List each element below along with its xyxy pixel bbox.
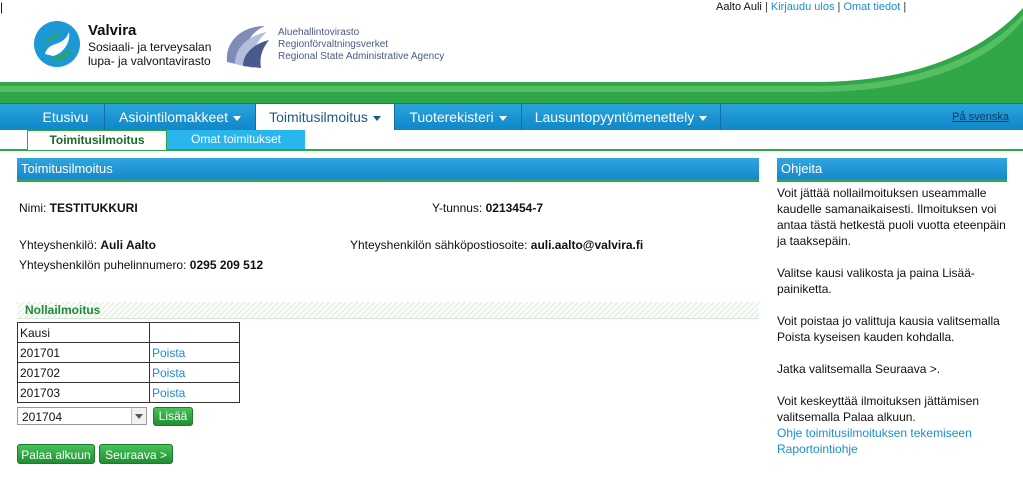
- kausi-select-value: 201704: [22, 410, 63, 424]
- main-nav: Etusivu Asiointilomakkeet Toimitusilmoit…: [0, 103, 1023, 131]
- delete-link[interactable]: Poista: [152, 346, 185, 360]
- chevron-down-icon: [498, 115, 507, 121]
- chevron-down-icon: [699, 115, 708, 121]
- valvira-line2: lupa- ja valvontavirasto: [88, 54, 211, 68]
- kausi-cell: 201702: [17, 362, 150, 383]
- nav-item-tuoterekisteri[interactable]: Tuoterekisteri: [395, 104, 522, 131]
- column-header-action: [149, 322, 240, 343]
- table-row: 201702 Poista: [17, 362, 240, 383]
- help-paragraph: Voit poistaa jo valittuja kausia valitse…: [777, 314, 1000, 344]
- name-value: TESTITUKKURI: [49, 201, 138, 215]
- tab-omat-toimitukset[interactable]: Omat toimitukset: [167, 130, 305, 149]
- name-row: Nimi: TESTITUKKURI: [19, 201, 138, 215]
- valvira-line1: Sosiaali- ja terveysalan: [88, 40, 212, 54]
- avi-logo-icon: [226, 26, 269, 68]
- back-to-start-button[interactable]: Palaa alkuun: [17, 444, 95, 464]
- avi-line3: Regional State Administrative Agency: [278, 51, 445, 62]
- email-row: Yhteyshenkilön sähköpostiosoite: auli.aa…: [350, 238, 644, 252]
- main-panel-title: Toimitusilmoitus: [17, 158, 759, 182]
- chevron-down-icon: [372, 115, 381, 121]
- help-paragraph: Valitse kausi valikosta ja paina Lisää-p…: [777, 266, 975, 296]
- nav-item-toimitusilmoitus[interactable]: Toimitusilmoitus: [256, 104, 395, 131]
- header: Valvira Sosiaali- ja terveysalan lupa- j…: [0, 0, 1023, 103]
- nav-item-asiointilomakkeet[interactable]: Asiointilomakkeet: [105, 104, 256, 131]
- help-links: Ohje toimitusilmoituksen tekemiseen Rapo…: [777, 425, 1007, 457]
- ytunnus-row: Y-tunnus: 0213454-7: [432, 201, 543, 215]
- valvira-logo-icon: [34, 21, 80, 67]
- tab-toimitusilmoitus[interactable]: Toimitusilmoitus: [27, 130, 167, 150]
- table-row: 201701 Poista: [17, 342, 240, 363]
- user-name: Aalto Auli: [716, 1, 762, 13]
- nav-item-lausuntopyynto[interactable]: Lausuntopyyntömenettely: [522, 104, 721, 131]
- help-paragraph: Voit jättää nollailmoituksen useammalle …: [777, 186, 1006, 248]
- ytunnus-value: 0213454-7: [485, 201, 543, 215]
- user-bar: Aalto Auli | Kirjaudu ulos | Omat tiedot…: [716, 1, 907, 13]
- kausi-select[interactable]: 201704: [17, 407, 147, 425]
- column-header-kausi: Kausi: [17, 322, 150, 343]
- kausi-cell: 201703: [17, 382, 150, 403]
- help-link-instructions[interactable]: Ohje toimitusilmoituksen tekemiseen: [777, 425, 1007, 441]
- kausi-table: Kausi 201701 Poista 201702 Poista 201703…: [17, 322, 240, 403]
- help-paragraph: Jatka valitsemalla Seuraava >.: [777, 362, 941, 376]
- phone-value: 0295 209 512: [189, 258, 264, 272]
- chevron-down-icon: [232, 115, 241, 121]
- avi-logo-text: Aluehallintovirasto Regionförvaltningsve…: [278, 27, 444, 63]
- sub-nav: Toimitusilmoitus Omat toimitukset: [0, 130, 1023, 151]
- email-value: auli.aalto@valvira.fi: [530, 238, 644, 252]
- table-header-row: Kausi: [17, 322, 240, 343]
- my-info-link[interactable]: Omat tiedot: [843, 1, 900, 13]
- contact-value: Auli Aalto: [100, 238, 156, 252]
- help-panel-title: Ohjeita: [777, 158, 1007, 182]
- help-panel: Voit jättää nollailmoituksen useammalle …: [777, 185, 1007, 457]
- next-button[interactable]: Seuraava >: [99, 444, 173, 464]
- valvira-name: Valvira: [88, 22, 137, 39]
- delete-link[interactable]: Poista: [152, 386, 185, 400]
- table-row: 201703 Poista: [17, 382, 240, 403]
- logout-link[interactable]: Kirjaudu ulos: [771, 1, 835, 13]
- nav-item-etusivu[interactable]: Etusivu: [27, 104, 105, 131]
- add-button[interactable]: Lisää: [153, 407, 193, 426]
- language-link[interactable]: På svenska: [952, 104, 1009, 131]
- avi-line1: Aluehallintovirasto: [278, 27, 360, 38]
- chevron-down-icon[interactable]: [131, 408, 146, 424]
- help-paragraph: Voit keskeyttää ilmoituksen jättämisen v…: [777, 394, 980, 424]
- nollailmoitus-section-title: Nollailmoitus: [17, 302, 759, 319]
- action-cell: Poista: [149, 342, 240, 363]
- action-cell: Poista: [149, 382, 240, 403]
- valvira-logo-text: Valvira Sosiaali- ja terveysalan lupa- j…: [88, 22, 211, 68]
- phone-row: Yhteyshenkilön puhelinnumero: 0295 209 5…: [19, 258, 264, 272]
- contact-row: Yhteyshenkilö: Auli Aalto: [19, 238, 156, 252]
- delete-link[interactable]: Poista: [152, 366, 185, 380]
- action-cell: Poista: [149, 362, 240, 383]
- kausi-cell: 201701: [17, 342, 150, 363]
- help-link-reporting[interactable]: Raportointiohje: [777, 441, 1007, 457]
- avi-line2: Regionförvaltningsverket: [278, 39, 389, 50]
